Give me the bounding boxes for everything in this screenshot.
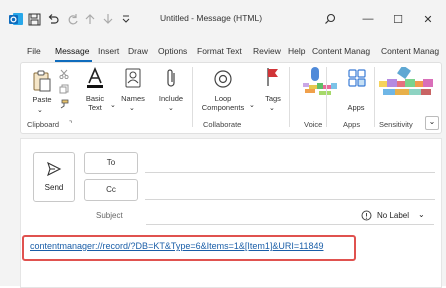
loop-icon[interactable] [213,69,233,91]
basic-text-label-1[interactable]: Basic [79,94,111,103]
include-dropdown-icon[interactable]: ⌄ [168,104,174,112]
close-button[interactable]: ✕ [418,13,438,27]
ribbon-separator [326,67,327,127]
no-label-dropdown-icon[interactable]: ⌄ [418,210,425,219]
tab-file[interactable]: File [27,46,41,56]
cc-field[interactable] [145,199,435,200]
redo-icon[interactable] [64,11,80,27]
send-label: Send [44,183,64,192]
ribbon-separator [374,67,375,127]
subject-label: Subject [96,211,123,220]
names-button[interactable]: Names [117,94,149,103]
tab-message[interactable]: Message [55,46,90,56]
group-label-collaborate: Collaborate [203,120,242,129]
search-icon[interactable] [322,11,338,27]
send-button[interactable]: Send [33,152,75,202]
arrow-down-icon[interactable] [100,11,116,27]
group-label-apps: Apps [343,120,361,129]
tab-insert[interactable]: Insert [98,46,119,56]
tab-format-text[interactable]: Format Text [197,46,242,56]
no-label-text[interactable]: No Label [377,211,409,220]
copy-icon[interactable] [59,84,69,96]
paste-dropdown-icon[interactable]: ⌄ [37,106,43,114]
apps-button[interactable]: Apps [339,103,373,112]
arrow-up-icon[interactable] [82,11,98,27]
ribbon: Paste ⌄ Basic Text ⌄ Names ⌄ Include ⌄ L… [20,62,442,134]
undo-icon[interactable] [45,11,61,27]
apps-icon[interactable] [347,68,367,90]
tab-content-manager-1[interactable]: Content Manag [312,46,370,56]
cut-icon[interactable] [59,69,69,81]
ribbon-separator [289,67,290,127]
tags-dropdown-icon[interactable]: ⌄ [269,104,275,112]
basic-text-icon[interactable] [86,66,104,91]
sensitivity-icon[interactable] [379,65,433,105]
basic-text-label-2[interactable]: Text [79,103,111,112]
outlook-app-icon [8,11,24,27]
loop-dropdown-icon[interactable]: ⌄ [249,101,255,109]
tab-content-manager-2[interactable]: Content Manag [381,46,441,56]
paste-button[interactable]: Paste [29,95,55,104]
outlook-message-window: Untitled - Message (HTML) — ☐ ✕ File Mes… [0,0,446,288]
format-painter-icon[interactable] [59,99,69,111]
sensitivity-label-icon[interactable] [361,210,372,223]
to-field[interactable] [145,172,435,173]
dictate-icon[interactable] [301,67,341,99]
to-button[interactable]: To [84,152,138,174]
send-icon [46,161,62,179]
tags-button[interactable]: Tags [259,94,287,103]
basic-text-dropdown-icon[interactable]: ⌄ [110,101,116,109]
window-title: Untitled - Message (HTML) [160,13,263,23]
cc-button[interactable]: Cc [84,179,138,201]
minimize-button[interactable]: — [358,13,378,27]
loop-label-1[interactable]: Loop [193,94,253,103]
message-body-link[interactable]: contentmanager://record/?DB=KT&Type=6&It… [30,241,324,251]
loop-label-2[interactable]: Components [193,103,253,112]
group-label-voice: Voice [304,120,323,129]
tab-options[interactable]: Options [158,46,187,56]
names-dropdown-icon[interactable]: ⌄ [129,104,135,112]
paperclip-icon[interactable] [164,67,178,91]
tab-help[interactable]: Help [288,46,305,56]
save-icon[interactable] [26,11,42,27]
paste-icon[interactable] [32,69,52,95]
maximize-button[interactable]: ☐ [388,13,408,27]
group-label-clipboard: Clipboard [27,120,60,129]
customize-toolbar-icon[interactable] [118,11,134,27]
clipboard-launcher-icon[interactable]: ⌝ [69,120,72,128]
ribbon-collapse-icon[interactable]: ⌄ [425,116,439,130]
tab-draw[interactable]: Draw [128,46,148,56]
flag-icon[interactable] [266,67,280,89]
group-label-sensitivity: Sensitivity [379,120,413,129]
subject-field[interactable] [146,224,434,225]
address-book-icon[interactable] [124,67,142,91]
include-button[interactable]: Include [154,94,188,103]
title-bar: Untitled - Message (HTML) — ☐ ✕ [0,0,446,38]
tab-review[interactable]: Review [253,46,281,56]
